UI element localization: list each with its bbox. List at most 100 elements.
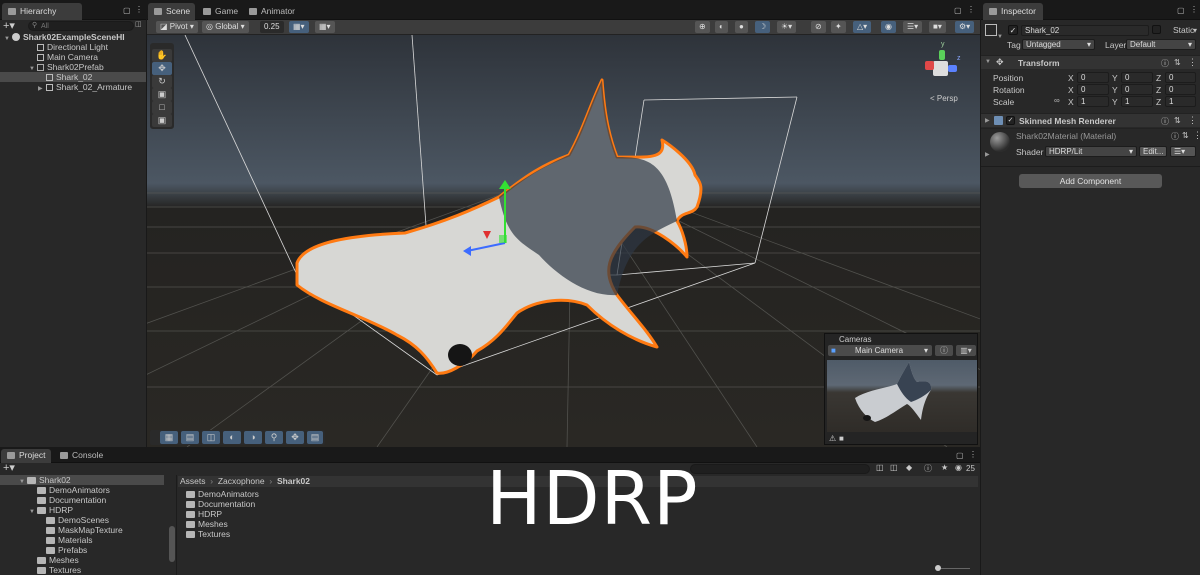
scale-y-field[interactable]: 1	[1121, 96, 1153, 107]
pan-tool-button[interactable]: ✥	[286, 431, 304, 444]
expand-arrow-icon[interactable]: ▶	[38, 84, 46, 94]
scene-viewport[interactable]: y z < Persp ✋ ✥ ↻ ▣ □ ▣ ▦ ▤ ◫ ◐ ◑ ⚲ ✥ ▤	[147, 35, 980, 447]
shader-dropdown[interactable]: HDRP/Lit ▾	[1045, 146, 1137, 157]
tree-item-demoanimators[interactable]: DemoAnimators	[0, 485, 164, 495]
tree-item-shark02[interactable]: ▼ Shark02	[0, 475, 164, 485]
kebab-menu-icon[interactable]: ⋮	[967, 5, 975, 14]
rect-tool-button[interactable]: □	[152, 101, 172, 114]
hand-tool-button[interactable]: ✋	[152, 49, 172, 62]
tree-item-meshes[interactable]: Meshes	[0, 555, 164, 565]
tab-animator[interactable]: Animator	[243, 3, 303, 20]
camera-select-dropdown[interactable]: ■ Main Camera ▾	[828, 345, 932, 356]
rotation-y-field[interactable]: 0	[1121, 84, 1153, 95]
add-component-button[interactable]: Add Component	[1019, 174, 1162, 188]
layers-dropdown[interactable]: ☰▾	[903, 21, 923, 33]
rotate-tool-button[interactable]: ↻	[152, 75, 172, 88]
tree-item-documentation[interactable]: Documentation	[0, 495, 164, 505]
asset-folder-textures[interactable]: Textures	[186, 529, 386, 539]
scene-row[interactable]: ▼ Shark02ExampleSceneHI	[0, 32, 146, 42]
gizmo-center-button[interactable]: ⊕	[695, 21, 710, 33]
scene-view-dropdown[interactable]: △▾	[853, 21, 872, 33]
tree-item-hdrp[interactable]: ▼ HDRP	[0, 505, 164, 515]
position-x-field[interactable]: 0	[1077, 72, 1109, 83]
link-icon[interactable]: ∞	[1054, 96, 1060, 105]
asset-folder-demoanimators[interactable]: DemoAnimators	[186, 489, 386, 499]
project-search-input[interactable]	[690, 464, 870, 474]
gizmo-cube[interactable]	[933, 61, 948, 76]
add-object-button[interactable]: +▾	[3, 19, 15, 32]
breadcrumb-assets[interactable]: Assets	[180, 476, 206, 486]
lock-icon[interactable]: ▢	[1177, 6, 1185, 15]
capture-tool-button[interactable]: ▤	[307, 431, 323, 444]
favorites-star-icon[interactable]: ★	[941, 463, 948, 472]
lock-icon[interactable]: ▢	[956, 451, 964, 460]
active-checkbox[interactable]: ✓	[1008, 25, 1018, 35]
gizmo-x-cone[interactable]	[925, 61, 934, 70]
chevron-down-icon[interactable]: ▼	[997, 34, 1003, 40]
visibility-toggle[interactable]: ◉	[881, 21, 896, 33]
terrain-tool-button[interactable]: ▦	[160, 431, 178, 444]
transform-tool-button[interactable]: ▣	[152, 114, 172, 127]
tree-item-maskmaptexture[interactable]: MaskMapTexture	[0, 525, 164, 535]
camera-info-button[interactable]: ⓘ	[935, 345, 953, 356]
hierarchy-item-shark02-armature[interactable]: ▶ Shark_02_Armature	[0, 82, 146, 92]
probe-tool-button[interactable]: ◑	[244, 431, 262, 444]
expand-arrow-icon[interactable]: ▶	[985, 151, 990, 158]
breadcrumb-zacxophone[interactable]: Zacxophone	[218, 476, 265, 486]
hidden-packages-icon[interactable]: ◉	[955, 463, 962, 472]
grid-snap-field[interactable]: 0.25	[260, 21, 284, 33]
tree-item-prefabs[interactable]: Prefabs	[0, 545, 164, 555]
kebab-menu-icon[interactable]: ⋮	[1190, 5, 1198, 14]
object-name-field[interactable]: Shark_02	[1021, 25, 1149, 36]
increment-snap-toggle[interactable]: ▦▾	[315, 21, 335, 33]
scale-tool-button[interactable]: ▣	[152, 88, 172, 101]
static-checkbox[interactable]	[1152, 25, 1161, 34]
zoom-tool-button[interactable]: ⚲	[265, 431, 283, 444]
shading-wireframe-button[interactable]: ◐	[715, 21, 728, 33]
preset-icon[interactable]: ⇅	[1182, 131, 1189, 140]
project-divider[interactable]	[176, 475, 177, 575]
effects-toggle[interactable]: ✦	[831, 21, 846, 33]
material-sphere-icon[interactable]	[990, 132, 1010, 152]
pivot-dropdown[interactable]: ◪ Pivot ▾	[156, 21, 198, 33]
audio-toggle[interactable]: ⊘	[811, 21, 826, 33]
search-by-label-icon[interactable]: ◫	[890, 463, 898, 472]
slider-handle[interactable]	[935, 565, 941, 571]
lock-icon[interactable]: ▢	[123, 6, 131, 15]
paint-tool-button[interactable]: ▤	[181, 431, 199, 444]
tree-item-materials[interactable]: Materials	[0, 535, 164, 545]
hierarchy-item-main-camera[interactable]: Main Camera	[0, 52, 146, 62]
gizmo-y-cone[interactable]	[939, 50, 945, 60]
help-icon[interactable]: ⓘ	[1161, 116, 1169, 127]
gizmos-dropdown[interactable]: ⚙▾	[955, 21, 975, 33]
help-icon[interactable]: ⓘ	[1161, 58, 1169, 69]
camera-dropdown[interactable]: ■▾	[929, 21, 946, 33]
tree-item-demoscenes[interactable]: DemoScenes	[0, 515, 164, 525]
breadcrumb-shark02[interactable]: Shark02	[277, 476, 310, 486]
hierarchy-search-input[interactable]: ⚲ All	[28, 21, 134, 31]
kebab-menu-icon[interactable]: ⋮	[1193, 130, 1200, 141]
position-z-field[interactable]: 0	[1165, 72, 1196, 83]
tab-hierarchy[interactable]: Hierarchy	[2, 3, 82, 20]
kebab-menu-icon[interactable]: ⋮	[1188, 57, 1197, 68]
tree-item-textures[interactable]: Textures	[0, 565, 164, 575]
icon-size-slider[interactable]	[935, 565, 970, 571]
asset-folder-meshes[interactable]: Meshes	[186, 519, 386, 529]
tab-console[interactable]: Console	[54, 449, 108, 463]
preset-icon[interactable]: ⇅	[1174, 116, 1181, 125]
snap-surface-button[interactable]: ◐	[223, 431, 241, 444]
log-error-icon[interactable]: ⓘ	[924, 463, 932, 474]
tag-dropdown[interactable]: Untagged ▾	[1022, 39, 1095, 50]
tab-scene[interactable]: Scene	[148, 3, 195, 20]
search-by-type-icon[interactable]: ◫	[876, 463, 884, 472]
camera-expand-button[interactable]: ▥▾	[956, 345, 976, 356]
gizmo-z-cone[interactable]	[948, 65, 957, 72]
layer-dropdown[interactable]: Default ▾	[1126, 39, 1196, 50]
hierarchy-item-shark02prefab[interactable]: ▼ Shark02Prefab	[0, 62, 146, 72]
lock-icon[interactable]: ▢	[954, 6, 962, 15]
search-filter-icon[interactable]: ◫	[135, 20, 142, 28]
brush-tool-button[interactable]: ◫	[202, 431, 220, 444]
kebab-menu-icon[interactable]: ⋮	[1188, 115, 1197, 126]
tab-game[interactable]: Game	[197, 3, 241, 20]
lighting-toggle[interactable]: ☀▾	[777, 21, 797, 33]
